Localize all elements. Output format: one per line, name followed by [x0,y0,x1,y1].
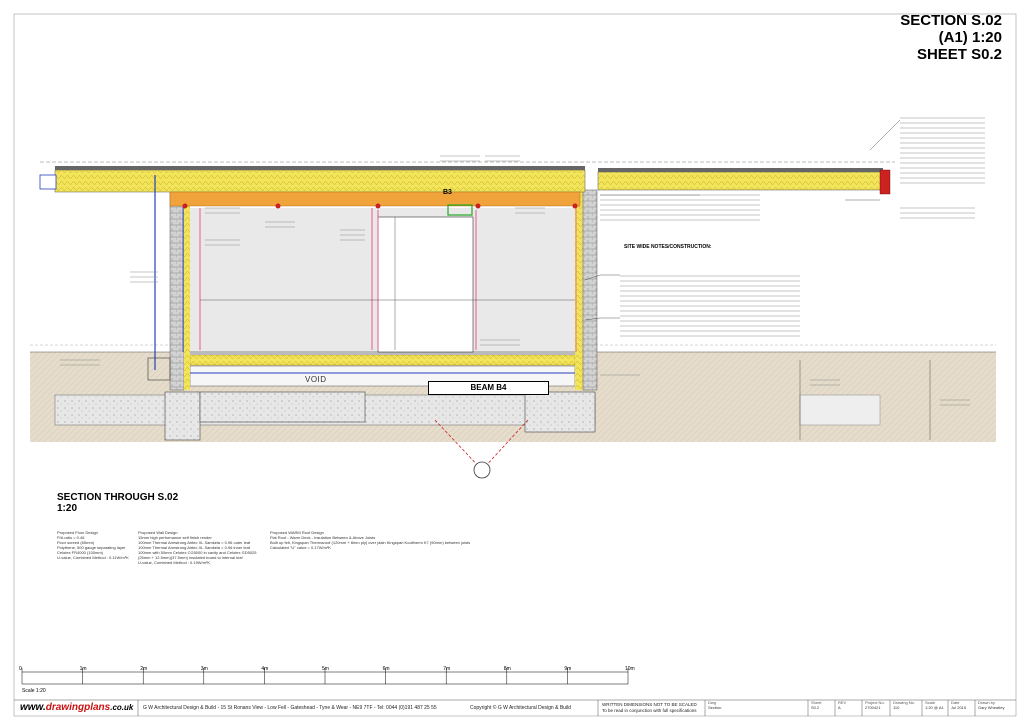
tb-drawing-value: 110 [893,705,900,710]
scale-tick-label: 7m [443,666,451,672]
drain-pipe [473,461,491,479]
wall-design-notes: Proposed Wall Design 15mm high performan… [138,530,257,565]
section-drawing [13,13,1017,717]
tb-dwg-value: Section [708,705,722,710]
scale-tick-label: 1m [79,666,87,672]
drawingplans-logo: www.drawingplans.co.uk [20,702,133,713]
scale-tick-label: 5m [322,666,329,672]
left-wall [169,189,190,391]
logo-plans: plans [84,702,111,713]
drawing-sheet: SECTION S.02 (A1) 1:20 SHEET S0.2 B3 BEA… [0,0,1024,723]
roof-design-notes: Proposed WARM Roof Design Flat Roof - Wa… [270,530,470,550]
tb-rev: REV A [838,700,846,717]
copyright: Copyright © G W Architectural Design & B… [470,705,571,711]
tb-sheet-value: S0.2 [811,705,820,710]
sheet-title: SECTION S.02 (A1) 1:20 SHEET S0.2 [900,12,1002,63]
void-label: VOID [305,375,327,384]
beam-b3-label: B3 [443,189,452,196]
scale-warning: WRITTEN DIMENSIONS NOT TO BE SCALED To b… [602,702,697,714]
tb-date: Date Jul 2015 [951,700,966,717]
tb-drawn: Drawn by Gary Wheatley [978,700,1004,717]
scale-label: Scale 1:20 [22,688,46,694]
tb-project-value: 2700421 [865,705,881,710]
tb-scale: Scale 1:20 @ A1 [925,700,944,717]
tb-rev-value: A [838,705,841,710]
roof-structure [40,161,895,207]
floor-note-line: U-value, Combined Method : 0.11W/m²K [57,555,129,560]
internal-door [377,216,474,353]
logo-www: www. [20,702,46,713]
scale-tick-label: 8m [503,666,511,672]
tb-date-value: Jul 2015 [951,705,967,710]
tb-drawing: Drawing No. 110 [893,700,915,717]
tb-dwg: Dwg Section [708,700,721,717]
tb-project: Project No. 2700421 [865,700,885,717]
title-line-1: SECTION S.02 [900,12,1002,29]
scale-tick-label: 0 [19,666,22,672]
scale-tick-label: 4m [261,666,269,672]
logo-drawing: drawing [45,702,85,713]
left-gutter [39,174,171,381]
beam-b4-label: BEAM B4 [428,381,549,395]
scale-tick-label: 6m [382,666,390,672]
tb-sheet: Sheet S0.2 [811,700,821,717]
section-caption: SECTION THROUGH S.02 1:20 [57,492,178,514]
scale-tick-label: 9m [564,666,572,672]
scale-tick-label: 3m [200,666,208,672]
section-caption-title: SECTION THROUGH S.02 [57,492,179,503]
wall-note-line: U-value, Combined Method : 0.19W/m²K [138,560,211,565]
scale-tick-label: 10m [625,666,635,672]
title-line-2: (A1) 1:20 [938,29,1002,46]
title-line-3: SHEET S0.2 [916,46,1002,63]
tb-scale-value: 1:20 @ A1 [925,705,944,710]
floor-design-notes: Proposed Floor Design P/A ratio = 0.46 F… [57,530,129,560]
scale-tick-label: 2m [140,666,148,672]
site-wide-notes-heading: SITE WIDE NOTES/CONSTRUCTION: [624,244,712,250]
roof-note-line: Calculated "U" value = 0.17W/m²K [270,545,331,550]
warning-line-2: To be read in conjunction with full spec… [602,708,697,713]
company-address: G W Architectural Design & Build - 15 St… [143,705,437,711]
logo-domain: .co.uk [110,703,134,712]
tb-drawn-value: Gary Wheatley [978,705,1005,710]
section-caption-scale: 1:20 [57,503,78,514]
right-wall [575,189,598,391]
